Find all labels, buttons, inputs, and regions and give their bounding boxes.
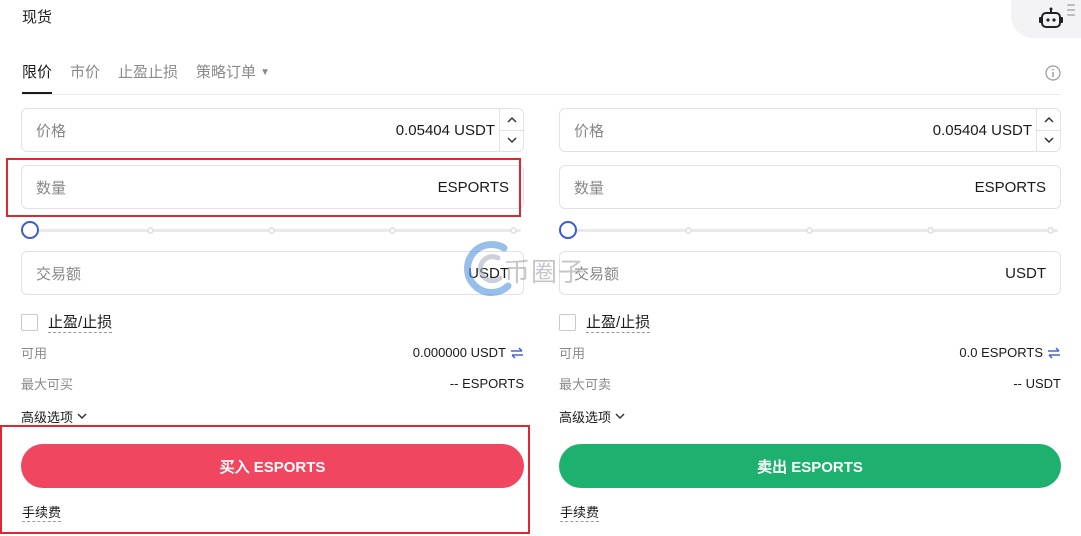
tp-sl-label[interactable]: 止盈/止损 (586, 311, 651, 333)
tp-sl-checkbox[interactable] (559, 313, 576, 331)
sell-max-row: 最大可卖 -- USDT (559, 374, 1061, 393)
advanced-options-label: 高级选项 (21, 410, 74, 425)
sell-tp-sl-option: 止盈/止损 (559, 311, 651, 333)
info-icon[interactable] (1045, 65, 1061, 81)
advanced-options-label: 高级选项 (559, 410, 612, 425)
scrollbar-handle[interactable] (1067, 4, 1075, 18)
available-label: 可用 (21, 346, 48, 361)
available-value: 0.0 ESPORTS (959, 345, 1043, 360)
corner-panel (1011, 0, 1081, 38)
sell-price-field[interactable]: 价格 0.05404 USDT (559, 108, 1061, 152)
tabs-divider (22, 94, 1061, 95)
chevron-down-icon[interactable] (1037, 129, 1060, 152)
slider-mark-50[interactable] (268, 227, 275, 234)
slider-mark-75[interactable] (389, 227, 396, 234)
tab-limit[interactable]: 限价 (22, 62, 53, 94)
price-label: 价格 (36, 122, 67, 140)
slider-mark-100[interactable] (510, 227, 517, 234)
buy-price-field[interactable]: 价格 0.05404 USDT (21, 108, 524, 152)
chevron-up-icon[interactable] (1037, 109, 1060, 130)
price-value[interactable]: 0.05404 USDT (933, 122, 1032, 139)
price-value[interactable]: 0.05404 USDT (396, 122, 495, 139)
sell-quantity-field[interactable]: 数量 ESPORTS (559, 165, 1061, 209)
buy-max-row: 最大可买 -- ESPORTS (21, 374, 524, 393)
sell-available-row: 可用 0.0 ESPORTS (559, 343, 1061, 362)
buy-quantity-field[interactable]: 数量 ESPORTS (21, 165, 524, 209)
quantity-label: 数量 (574, 179, 605, 197)
sell-button[interactable]: 卖出 ESPORTS (559, 444, 1061, 488)
amount-unit: USDT (1005, 264, 1046, 282)
sell-amount-slider[interactable] (559, 221, 1061, 239)
chevron-down-icon (77, 413, 87, 420)
max-buy-label: 最大可买 (21, 377, 74, 392)
quantity-unit: ESPORTS (974, 178, 1046, 196)
amount-label: 交易额 (36, 265, 82, 283)
quantity-unit: ESPORTS (437, 178, 509, 196)
amount-label: 交易额 (574, 265, 620, 283)
slider-mark-25[interactable] (147, 227, 154, 234)
fee-link[interactable]: 手续费 (560, 502, 600, 522)
sell-amount-field[interactable]: 交易额 USDT (559, 251, 1061, 295)
buy-button[interactable]: 买入 ESPORTS (21, 444, 524, 488)
tab-strategy-orders[interactable]: 策略订单 ▼ (196, 62, 270, 94)
robot-icon[interactable] (1039, 7, 1063, 29)
swap-icon[interactable] (510, 347, 524, 359)
swap-icon[interactable] (1047, 347, 1061, 359)
amount-unit: USDT (468, 264, 509, 282)
tab-tp-sl[interactable]: 止盈止损 (118, 62, 178, 94)
slider-mark-50[interactable] (806, 227, 813, 234)
slider-mark-100[interactable] (1047, 227, 1054, 234)
page-title: 现货 (22, 9, 53, 26)
slider-knob[interactable] (559, 221, 577, 239)
buy-amount-slider[interactable] (21, 221, 524, 239)
tab-market[interactable]: 市价 (70, 62, 100, 94)
slider-track[interactable] (29, 229, 521, 232)
available-label: 可用 (559, 346, 586, 361)
price-stepper (1036, 109, 1060, 151)
price-label: 价格 (574, 122, 605, 140)
buy-amount-field[interactable]: 交易额 USDT (21, 251, 524, 295)
advanced-options-toggle[interactable]: 高级选项 (21, 407, 87, 426)
buy-tp-sl-option: 止盈/止损 (21, 311, 113, 333)
tp-sl-checkbox[interactable] (21, 313, 38, 331)
slider-mark-75[interactable] (927, 227, 934, 234)
chevron-down-icon[interactable] (500, 129, 523, 152)
tp-sl-label[interactable]: 止盈/止损 (48, 311, 113, 333)
buy-available-row: 可用 0.000000 USDT (21, 343, 524, 362)
advanced-options-toggle[interactable]: 高级选项 (559, 407, 625, 426)
chevron-up-icon[interactable] (500, 109, 523, 130)
max-buy-value: -- ESPORTS (449, 376, 524, 391)
caret-down-icon: ▼ (260, 67, 270, 79)
price-stepper (499, 109, 523, 151)
slider-mark-25[interactable] (685, 227, 692, 234)
max-sell-value: -- USDT (1013, 376, 1061, 391)
quantity-label: 数量 (36, 179, 67, 197)
max-sell-label: 最大可卖 (559, 377, 612, 392)
slider-knob[interactable] (21, 221, 39, 239)
order-type-tabs: 限价 市价 止盈止损 策略订单 ▼ (22, 62, 288, 96)
available-value: 0.000000 USDT (412, 345, 506, 360)
chevron-down-icon (615, 413, 625, 420)
fee-link[interactable]: 手续费 (22, 502, 62, 522)
